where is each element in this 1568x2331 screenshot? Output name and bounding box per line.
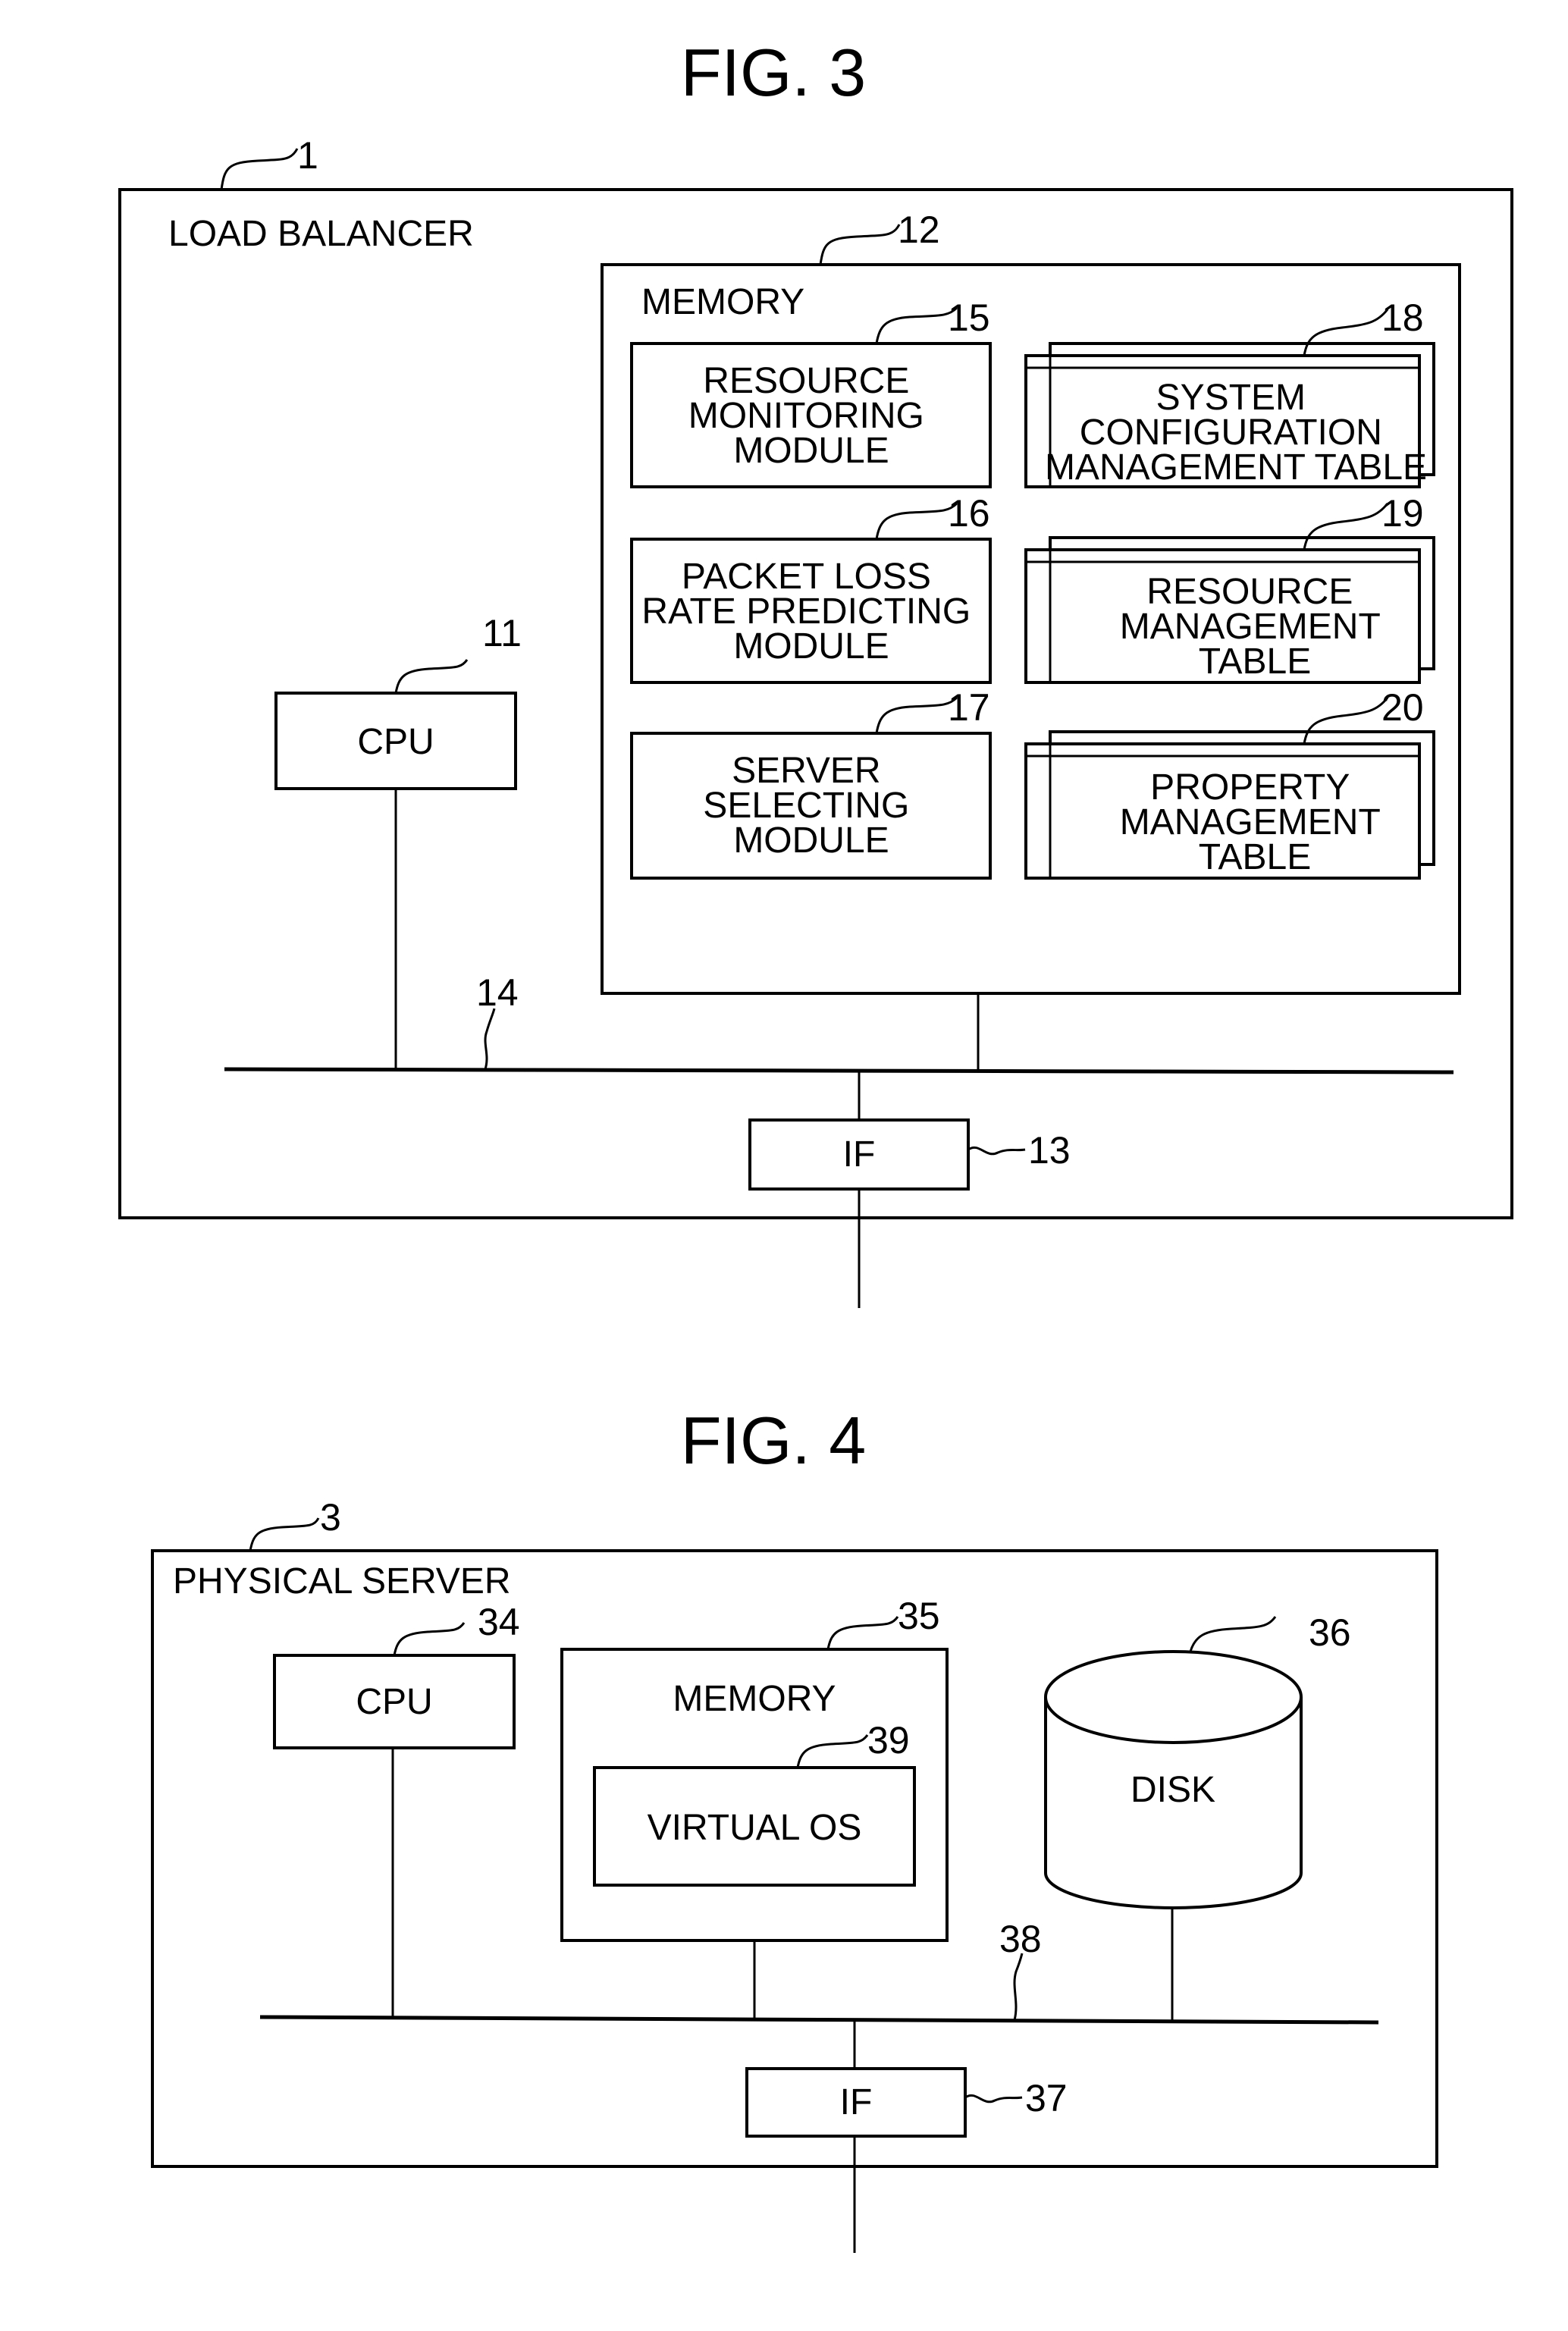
figure-3-title: FIG. 3 <box>681 35 867 110</box>
figure-4: FIG. 4 3 PHYSICAL SERVER 34 CPU 35 MEMOR… <box>151 1403 1438 2253</box>
memory-label: MEMORY <box>641 282 804 322</box>
patent-figures: FIG. 3 1 LOAD BALANCER 12 MEMORY 15 RESO… <box>118 35 1513 2253</box>
physical-server-label: PHYSICAL SERVER <box>173 1561 511 1602</box>
interface-ref: 37 <box>1025 2077 1068 2119</box>
module-ref: 15 <box>948 296 990 339</box>
bus-ref: 38 <box>999 1918 1042 1960</box>
table-ref: 20 <box>1381 686 1424 729</box>
module-label: SERVER SELECTING MODULE <box>703 751 919 861</box>
table-ref: 19 <box>1381 492 1424 535</box>
physical-server-ref: 3 <box>320 1496 341 1539</box>
interface-label: IF <box>843 1134 876 1175</box>
memory-ref: 35 <box>898 1595 940 1637</box>
cpu-label: CPU <box>356 1682 432 1722</box>
disk-top <box>1044 1650 1303 1744</box>
physical-server-leader <box>249 1517 320 1551</box>
load-balancer-ref: 1 <box>297 134 318 177</box>
bus-ref: 14 <box>476 971 519 1014</box>
memory-ref: 12 <box>898 209 940 251</box>
cpu-ref: 11 <box>482 612 522 654</box>
cpu-ref: 34 <box>478 1601 520 1643</box>
figure-4-title: FIG. 4 <box>681 1403 867 1478</box>
module-ref: 17 <box>948 686 990 729</box>
disk-label: DISK <box>1131 1770 1215 1810</box>
disk-ref: 36 <box>1309 1611 1351 1654</box>
load-balancer-label: LOAD BALANCER <box>168 214 474 254</box>
load-balancer-leader <box>220 148 299 190</box>
cpu-label: CPU <box>357 722 434 762</box>
interface-ref: 13 <box>1028 1129 1071 1172</box>
interface-label: IF <box>840 2082 873 2122</box>
module-ref: 16 <box>948 492 990 535</box>
table-ref: 18 <box>1381 296 1424 339</box>
virtual-os-ref: 39 <box>867 1719 910 1762</box>
memory-label: MEMORY <box>673 1679 836 1719</box>
figure-3: FIG. 3 1 LOAD BALANCER 12 MEMORY 15 RESO… <box>118 35 1513 1308</box>
virtual-os-label: VIRTUAL OS <box>648 1808 862 1848</box>
